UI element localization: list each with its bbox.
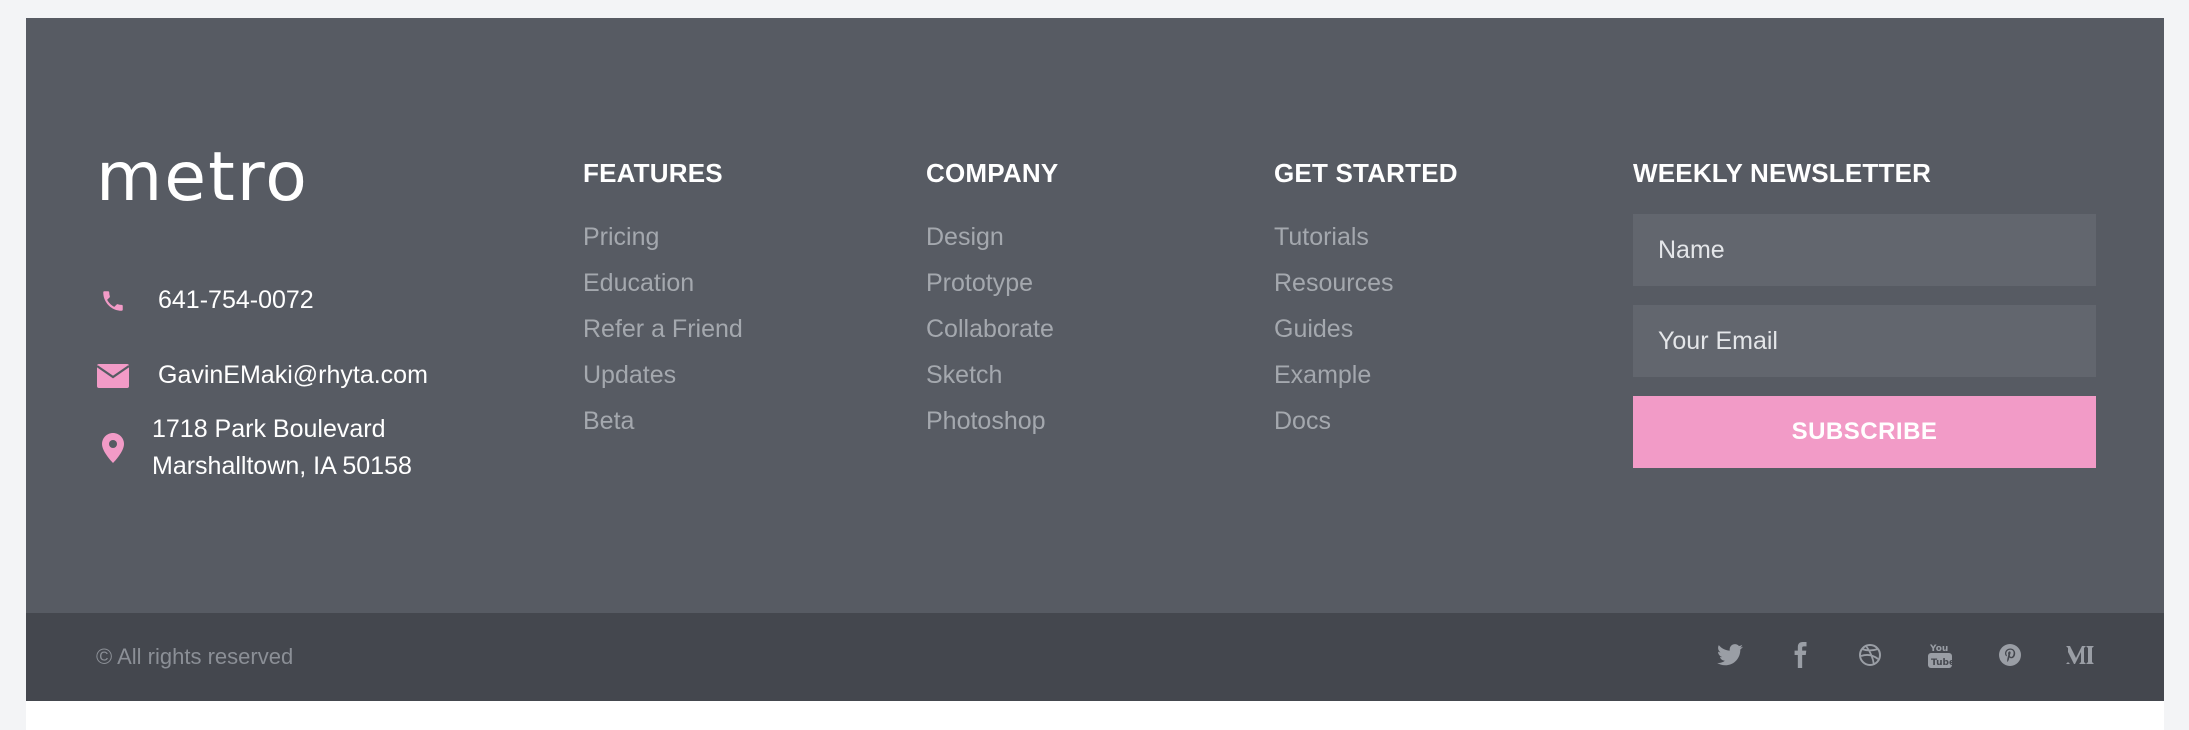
postal-address: 1718 Park Boulevard Marshalltown, IA 501… <box>152 415 412 480</box>
copyright-text: © All rights reserved <box>96 644 294 669</box>
map-pin-icon <box>96 431 130 465</box>
phone-icon <box>96 284 130 318</box>
footer-link-guides[interactable]: Guides <box>1274 306 1458 352</box>
twitter-icon[interactable] <box>1712 637 1748 673</box>
facebook-icon[interactable] <box>1782 637 1818 673</box>
footer-link-prototype[interactable]: Prototype <box>926 260 1058 306</box>
dribbble-icon[interactable] <box>1852 637 1888 673</box>
social-links: You Tube <box>1712 637 2098 673</box>
email-address[interactable]: GavinEMaki@rhyta.com <box>158 357 428 394</box>
newsletter-heading: WEEKLY NEWSLETTER <box>1633 158 1932 188</box>
contact-phone: 641-754-0072 <box>96 282 314 319</box>
envelope-icon <box>96 359 130 393</box>
features-column: FEATURES Pricing Education Refer a Frien… <box>583 156 743 444</box>
contact-address: 1718 Park Boulevard Marshalltown, IA 501… <box>96 411 412 485</box>
footer-link-tutorials[interactable]: Tutorials <box>1274 214 1458 260</box>
pinterest-icon[interactable] <box>1992 637 2028 673</box>
get-started-column: GET STARTED Tutorials Resources Guides E… <box>1274 156 1458 444</box>
footer-link-resources[interactable]: Resources <box>1274 260 1458 306</box>
footer-link-design[interactable]: Design <box>926 214 1058 260</box>
phone-number[interactable]: 641-754-0072 <box>158 282 314 319</box>
newsletter-name-input[interactable] <box>1633 214 2096 286</box>
page-bottom-area <box>26 701 2164 730</box>
medium-icon[interactable] <box>2062 637 2098 673</box>
footer-link-beta[interactable]: Beta <box>583 398 743 444</box>
footer-link-updates[interactable]: Updates <box>583 352 743 398</box>
company-column: COMPANY Design Prototype Collaborate Ske… <box>926 156 1058 444</box>
youtube-icon[interactable]: You Tube <box>1922 637 1958 673</box>
footer-link-docs[interactable]: Docs <box>1274 398 1458 444</box>
contact-email: GavinEMaki@rhyta.com <box>96 357 428 394</box>
subscribe-button[interactable]: SUBSCRIBE <box>1633 396 2096 468</box>
footer-link-education[interactable]: Education <box>583 260 743 306</box>
svg-text:metro: metro <box>96 138 309 217</box>
footer-link-collaborate[interactable]: Collaborate <box>926 306 1058 352</box>
site-footer: metro 641-754-0072 GavinEMaki@rhyta.com … <box>26 18 2164 701</box>
footer-link-sketch[interactable]: Sketch <box>926 352 1058 398</box>
metro-logo[interactable]: metro <box>96 138 336 218</box>
features-heading: FEATURES <box>583 158 723 188</box>
footer-link-example[interactable]: Example <box>1274 352 1458 398</box>
get-started-heading: GET STARTED <box>1274 158 1458 188</box>
footer-link-refer-a-friend[interactable]: Refer a Friend <box>583 306 743 352</box>
svg-text:You: You <box>1929 644 1948 654</box>
footer-link-pricing[interactable]: Pricing <box>583 214 743 260</box>
newsletter-email-input[interactable] <box>1633 305 2096 377</box>
svg-text:Tube: Tube <box>1931 658 1952 668</box>
footer-bottom-bar: © All rights reserved You Tub <box>26 613 2164 701</box>
newsletter-form: WEEKLY NEWSLETTER SUBSCRIBE <box>1633 156 2096 468</box>
footer-link-photoshop[interactable]: Photoshop <box>926 398 1058 444</box>
company-heading: COMPANY <box>926 158 1059 188</box>
